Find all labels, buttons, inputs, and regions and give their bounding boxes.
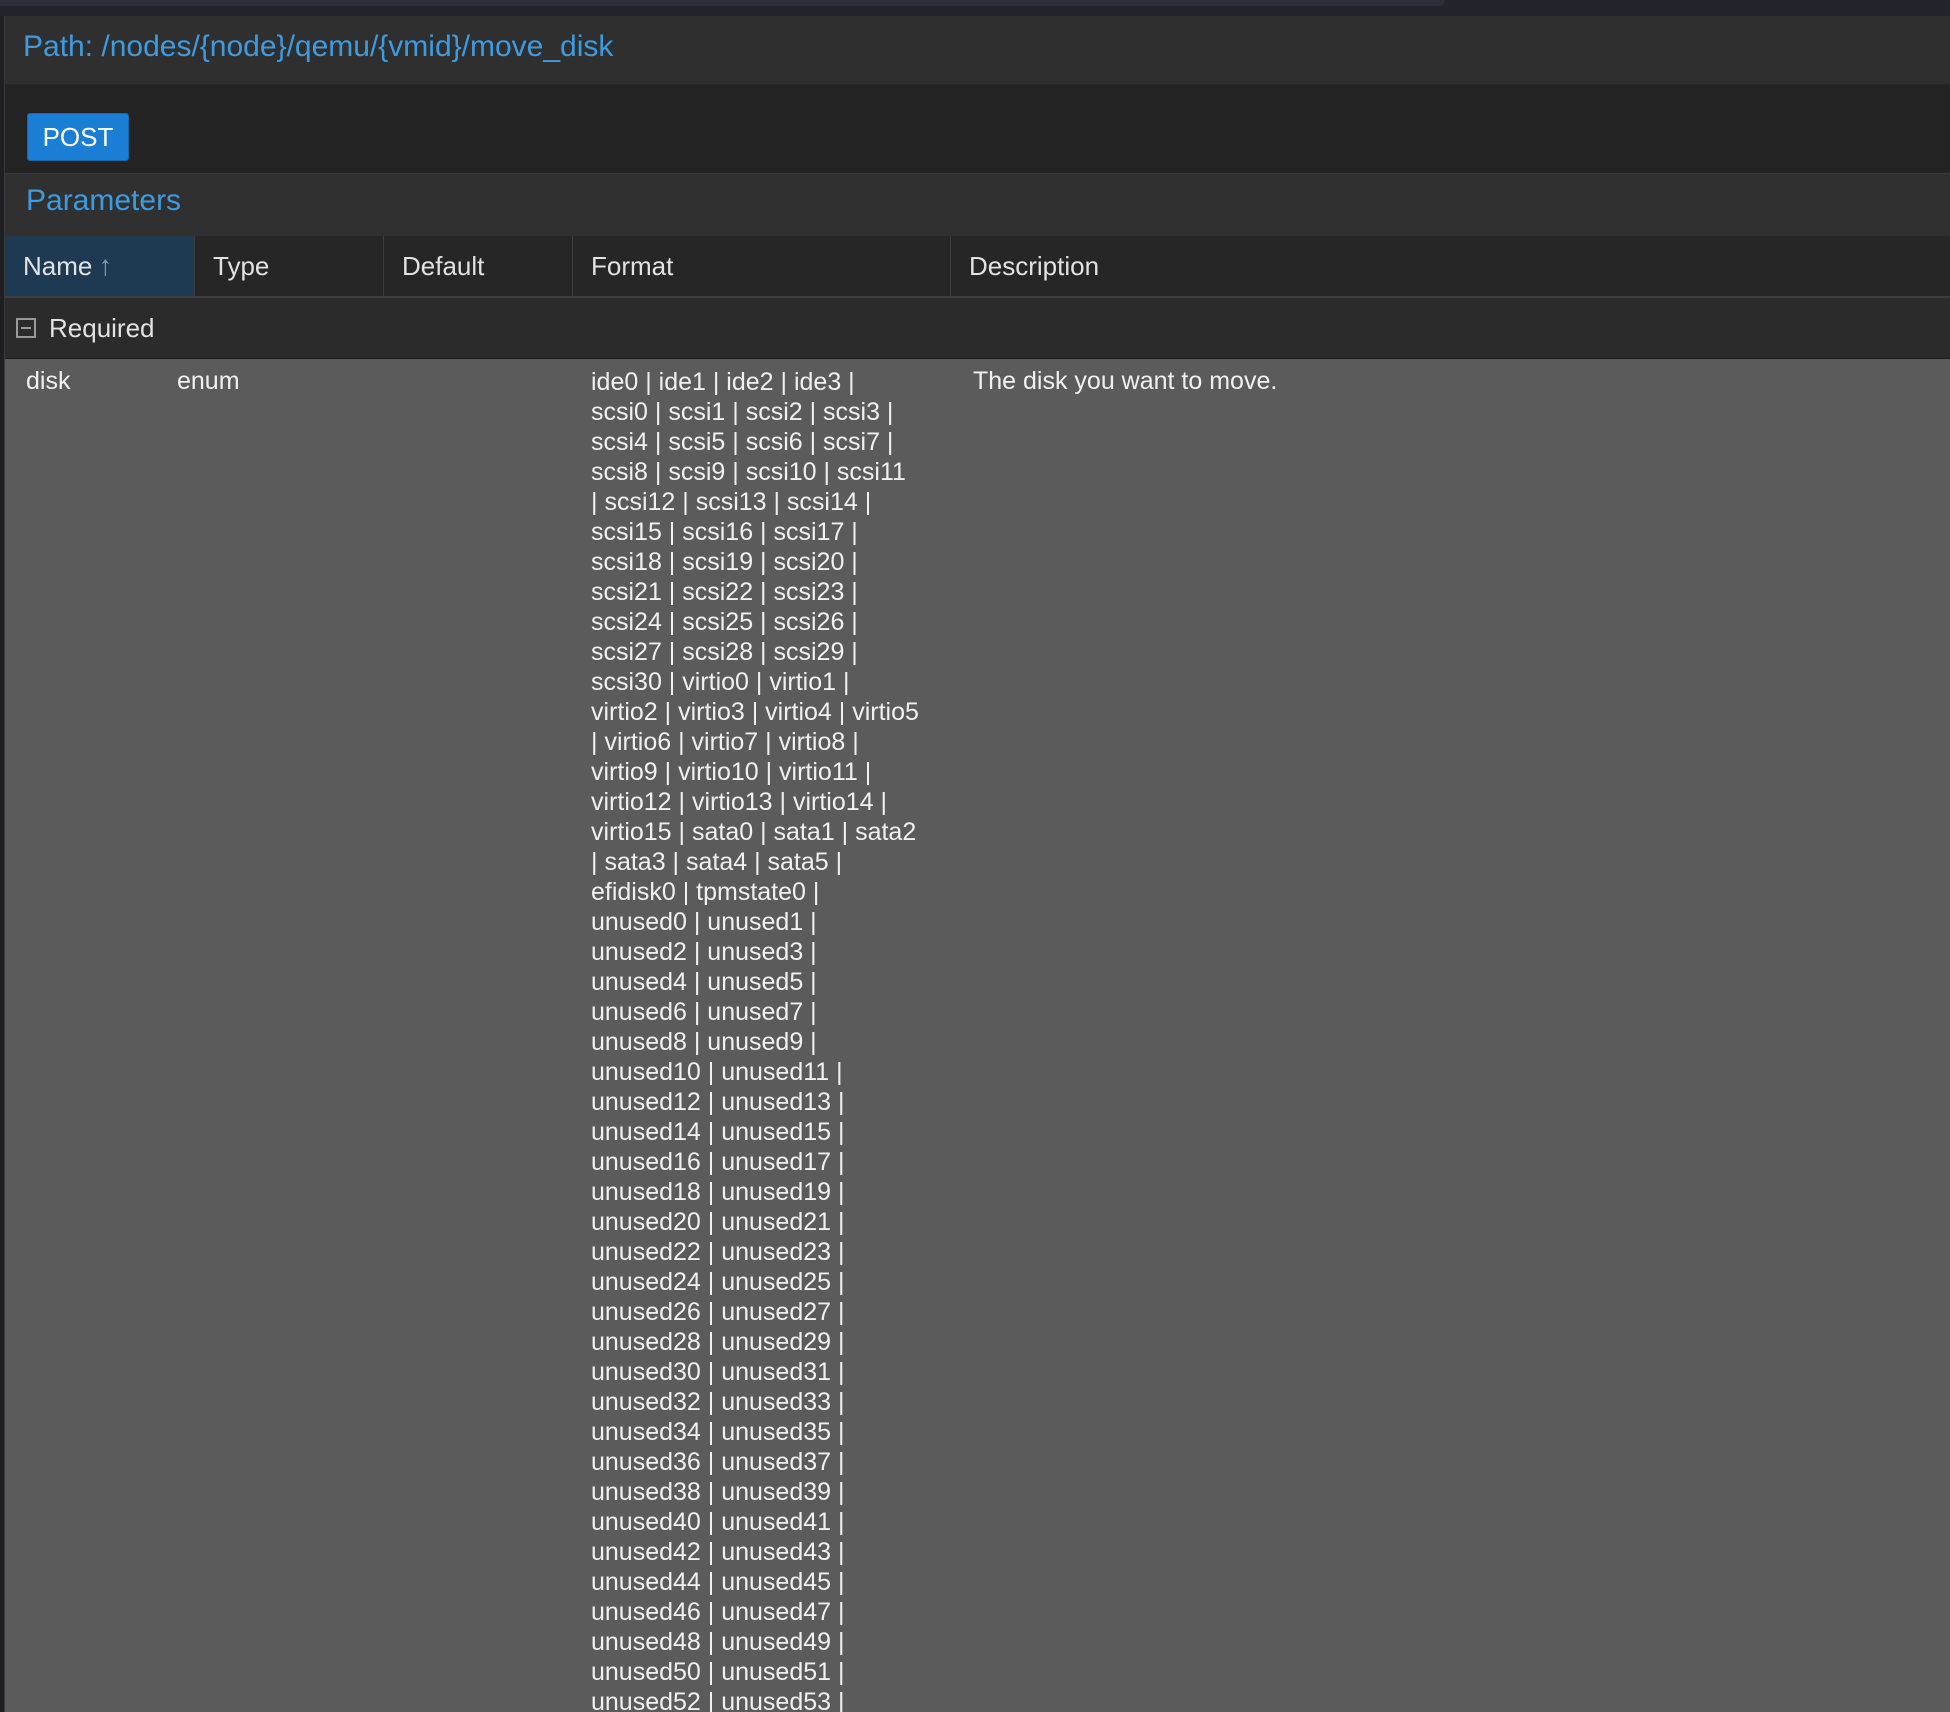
format-line: unused2 | unused3 | xyxy=(591,938,817,966)
group-label: Required xyxy=(49,313,155,343)
column-header-label: Name xyxy=(23,251,93,281)
format-line: unused48 | unused49 | xyxy=(591,1628,845,1656)
format-line: unused36 | unused37 | xyxy=(591,1448,845,1476)
format-line: unused28 | unused29 | xyxy=(591,1328,845,1356)
column-header-label: Description xyxy=(969,251,1100,281)
format-line: ide0 | ide1 | ide2 | ide3 | xyxy=(591,368,855,396)
param-name: disk xyxy=(26,367,71,395)
format-line: unused8 | unused9 | xyxy=(591,1028,817,1056)
format-line: unused4 | unused5 | xyxy=(591,968,817,996)
format-line: unused50 | unused51 | xyxy=(591,1658,845,1686)
param-format: ide0 | ide1 | ide2 | ide3 | scsi0 | scsi1… xyxy=(591,367,951,1712)
format-line: | sata3 | sata4 | sata5 | xyxy=(591,848,843,876)
format-line: unused16 | unused17 | xyxy=(591,1148,845,1176)
format-line: unused38 | unused39 | xyxy=(591,1478,845,1506)
endpoint-path: Path: /nodes/{node}/qemu/{vmid}/move_dis… xyxy=(23,30,614,63)
column-header-description[interactable]: Description xyxy=(951,236,1950,296)
parameters-title: Parameters xyxy=(26,184,182,217)
format-line: scsi18 | scsi19 | scsi20 | xyxy=(591,548,858,576)
column-header-name[interactable]: Name ↑ xyxy=(5,236,195,296)
format-line: unused20 | unused21 | xyxy=(591,1208,845,1236)
format-line: unused10 | unused11 | xyxy=(591,1058,843,1086)
param-description: The disk you want to move. xyxy=(973,367,1278,395)
column-header-format[interactable]: Format xyxy=(573,236,951,296)
format-line: unused26 | unused27 | xyxy=(591,1298,845,1326)
parameters-grid-header: Name ↑ Type Default Format Description xyxy=(5,236,1950,298)
format-line: scsi0 | scsi1 | scsi2 | scsi3 | xyxy=(591,398,894,426)
format-line: efidisk0 | tpmstate0 | xyxy=(591,878,820,906)
top-strip xyxy=(0,0,1950,16)
column-header-label: Type xyxy=(213,251,270,281)
api-viewer-panel: Path: /nodes/{node}/qemu/{vmid}/move_dis… xyxy=(4,16,1950,1712)
column-header-label: Format xyxy=(591,251,674,281)
format-line: unused30 | unused31 | xyxy=(591,1358,845,1386)
window-tab-edge xyxy=(0,0,1445,6)
method-toolbar: POST xyxy=(5,85,1950,174)
format-line: virtio2 | virtio3 | virtio4 | virtio5 xyxy=(591,698,919,726)
format-line: unused44 | unused45 | xyxy=(591,1568,845,1596)
format-line: unused32 | unused33 | xyxy=(591,1388,845,1416)
format-line: | scsi12 | scsi13 | scsi14 | xyxy=(591,488,872,516)
format-line: unused24 | unused25 | xyxy=(591,1268,845,1296)
format-line: unused12 | unused13 | xyxy=(591,1088,845,1116)
collapse-icon[interactable] xyxy=(16,318,36,338)
format-line: unused6 | unused7 | xyxy=(591,998,817,1026)
arrow-up-icon: ↑ xyxy=(98,250,113,281)
format-line: scsi27 | scsi28 | scsi29 | xyxy=(591,638,858,666)
format-line: scsi21 | scsi22 | scsi23 | xyxy=(591,578,858,606)
format-line: unused40 | unused41 | xyxy=(591,1508,845,1536)
format-line: | virtio6 | virtio7 | virtio8 | xyxy=(591,728,859,756)
format-line: unused14 | unused15 | xyxy=(591,1118,845,1146)
post-method-tab[interactable]: POST xyxy=(27,113,129,161)
format-line: unused46 | unused47 | xyxy=(591,1598,845,1626)
format-line: virtio15 | sata0 | sata1 | sata2 xyxy=(591,818,917,846)
format-line: unused18 | unused19 | xyxy=(591,1178,845,1206)
param-type: enum xyxy=(177,367,240,395)
format-line: scsi30 | virtio0 | virtio1 | xyxy=(591,668,850,696)
format-line: scsi4 | scsi5 | scsi6 | scsi7 | xyxy=(591,428,894,456)
path-bar: Path: /nodes/{node}/qemu/{vmid}/move_dis… xyxy=(5,16,1950,85)
format-line: scsi15 | scsi16 | scsi17 | xyxy=(591,518,858,546)
format-line: virtio12 | virtio13 | virtio14 | xyxy=(591,788,887,816)
column-header-default[interactable]: Default xyxy=(384,236,573,296)
format-line: unused34 | unused35 | xyxy=(591,1418,845,1446)
format-line: unused42 | unused43 | xyxy=(591,1538,845,1566)
table-row[interactable]: disk enum ide0 | ide1 | ide2 | ide3 | scs… xyxy=(5,359,1950,1712)
format-line: unused22 | unused23 | xyxy=(591,1238,845,1266)
parameters-section-header: Parameters xyxy=(5,174,1950,236)
format-line: scsi24 | scsi25 | scsi26 | xyxy=(591,608,858,636)
group-header-required[interactable]: Required xyxy=(5,298,1950,359)
format-line: scsi8 | scsi9 | scsi10 | scsi11 xyxy=(591,458,906,486)
format-line: unused0 | unused1 | xyxy=(591,908,817,936)
column-header-type[interactable]: Type xyxy=(195,236,384,296)
column-header-label: Default xyxy=(402,251,485,281)
format-line: virtio9 | virtio10 | virtio11 | xyxy=(591,758,872,786)
format-line: unused52 | unused53 | xyxy=(591,1688,845,1712)
